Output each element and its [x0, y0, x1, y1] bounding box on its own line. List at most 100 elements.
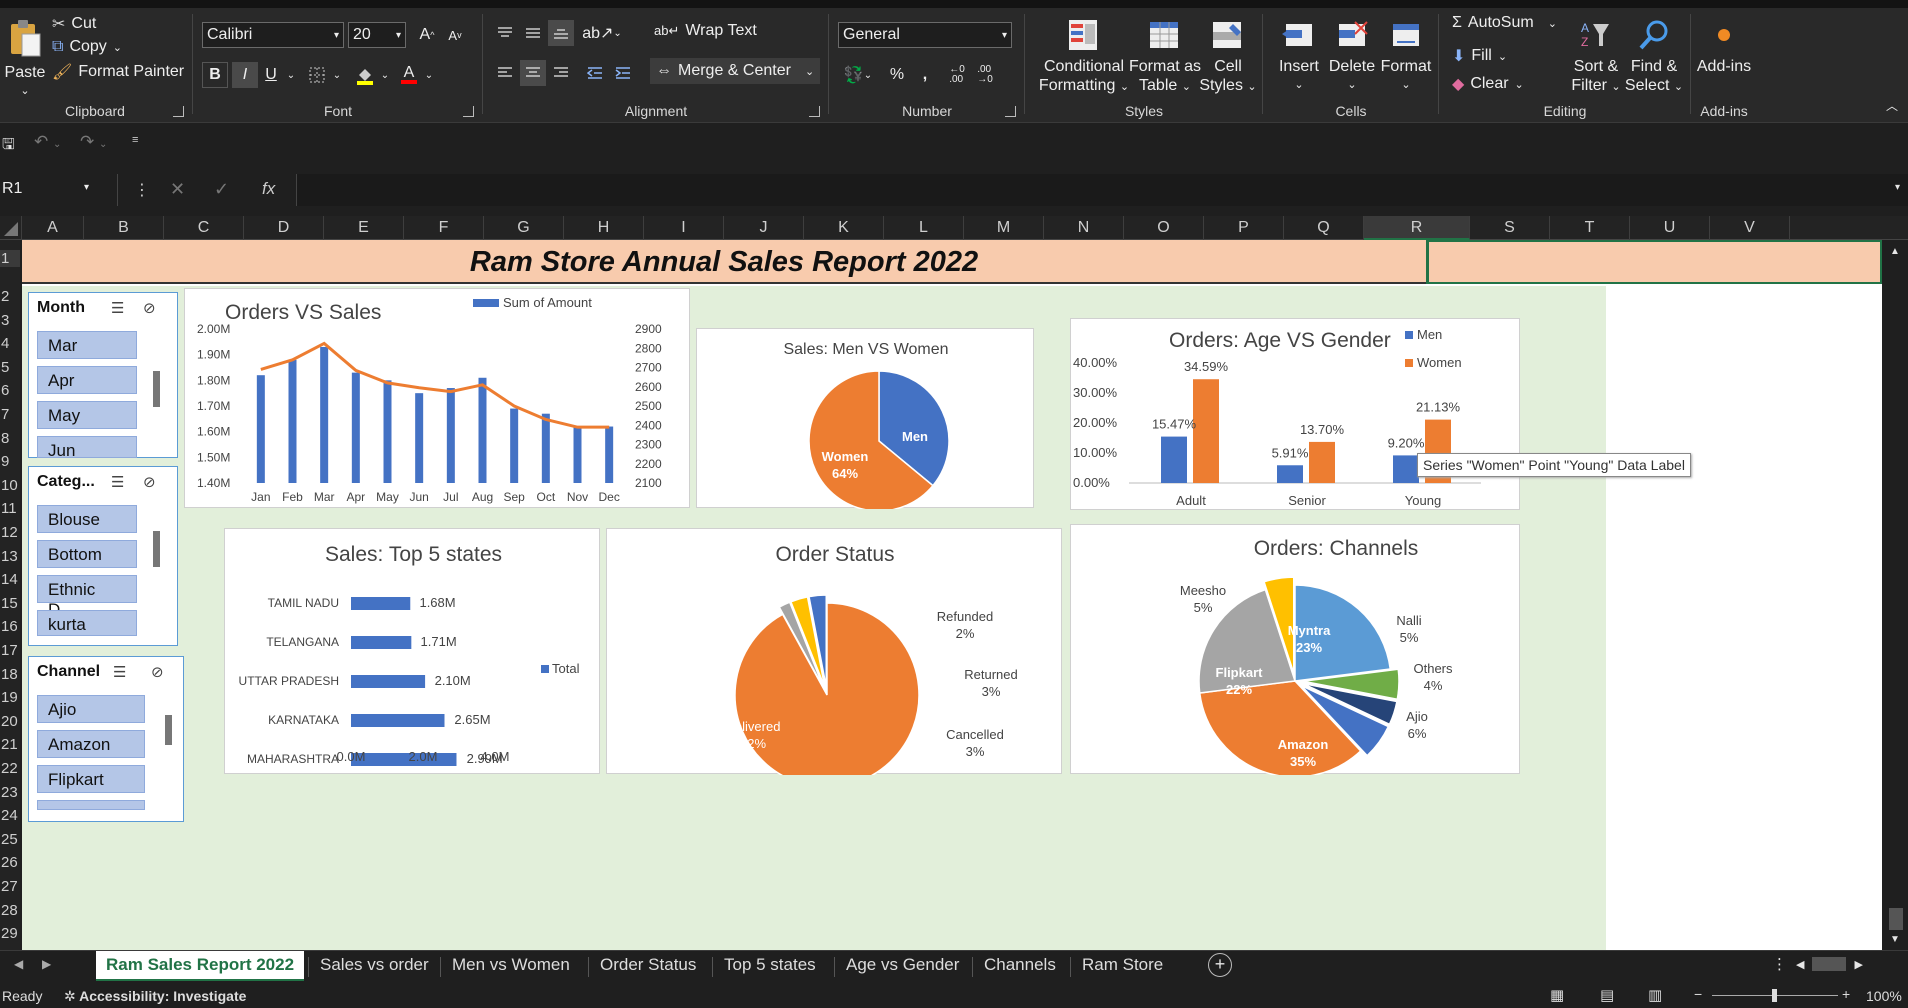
align-right-icon[interactable]: [548, 60, 574, 86]
increase-font-button[interactable]: A ^: [414, 22, 440, 48]
row-header[interactable]: 23: [0, 784, 20, 801]
accounting-icon[interactable]: 💱 ⌄: [840, 62, 876, 88]
decrease-decimal-icon[interactable]: .00 →0: [972, 62, 998, 88]
sheet-tab[interactable]: Sales vs order: [310, 951, 439, 981]
row-header[interactable]: 21: [0, 736, 20, 753]
orders-vs-sales-chart[interactable]: Orders VS Sales Sum of Amount 2.00M 1.90M…: [184, 288, 690, 508]
scroll-down-icon[interactable]: ▼: [1890, 934, 1900, 945]
category-slicer[interactable]: Categ... ☰ ⊘ Blouse Bottom Ethnic D... k…: [28, 466, 178, 646]
align-left-icon[interactable]: [492, 60, 518, 86]
row-header[interactable]: 13: [0, 548, 20, 565]
name-box[interactable]: R1 ▾: [0, 174, 118, 206]
slicer-item[interactable]: Ethnic D...: [37, 575, 137, 619]
column-header[interactable]: C: [164, 216, 244, 240]
column-header[interactable]: B: [84, 216, 164, 240]
insert-function-icon[interactable]: fx: [262, 179, 275, 199]
men-vs-women-chart[interactable]: Sales: Men VS Women Men Women 64%: [696, 328, 1034, 509]
row-header[interactable]: 10: [0, 477, 20, 494]
column-header[interactable]: F: [404, 216, 484, 240]
row-header[interactable]: 22: [0, 760, 20, 777]
row-header[interactable]: 6: [0, 382, 20, 399]
slicer-scrollbar[interactable]: [153, 531, 160, 567]
sheet-tab[interactable]: Top 5 states: [714, 951, 826, 981]
addins-button[interactable]: Add-ins: [1694, 18, 1754, 76]
sheet-tab[interactable]: Men vs Women: [442, 951, 580, 981]
worksheet[interactable]: Ram Store Annual Sales Report 2022 Month…: [22, 240, 1882, 950]
multi-select-icon[interactable]: ☰: [111, 473, 124, 491]
month-slicer[interactable]: Month ☰ ⊘ Mar Apr May Jun: [28, 292, 178, 458]
sheet-tab[interactable]: Channels: [974, 951, 1066, 981]
wrap-text-button[interactable]: ab↵ Wrap Text: [654, 22, 757, 40]
format-button[interactable]: Format ⌄: [1378, 18, 1434, 95]
row-header[interactable]: 8: [0, 430, 20, 447]
delete-button[interactable]: Delete ⌄: [1326, 18, 1378, 95]
row-header[interactable]: 19: [0, 689, 20, 706]
number-format-select[interactable]: General ▾: [838, 22, 1012, 48]
row-header[interactable]: 18: [0, 666, 20, 683]
paste-button[interactable]: Paste ⌄: [4, 18, 46, 101]
zoom-in-icon[interactable]: +: [1842, 986, 1850, 1002]
row-header[interactable]: 28: [0, 902, 20, 919]
row-header[interactable]: 20: [0, 713, 20, 730]
row-header[interactable]: 1: [0, 250, 20, 267]
row-header[interactable]: 4: [0, 335, 20, 352]
slicer-item[interactable]: May: [37, 401, 137, 429]
align-top-icon[interactable]: [492, 20, 518, 46]
row-header[interactable]: 16: [0, 618, 20, 635]
zoom-out-icon[interactable]: −: [1694, 986, 1702, 1002]
normal-view-icon[interactable]: ▦: [1550, 986, 1564, 1004]
underline-chevron-icon[interactable]: ⌄: [278, 62, 304, 88]
row-header[interactable]: 25: [0, 831, 20, 848]
clear-filter-icon[interactable]: ⊘: [143, 299, 156, 317]
row-header[interactable]: 15: [0, 595, 20, 612]
format-painter-button[interactable]: 🖌 Format Painter: [52, 62, 184, 82]
row-header[interactable]: 11: [0, 500, 20, 517]
align-middle-icon[interactable]: [520, 20, 546, 46]
accessibility-button[interactable]: ✲ Accessibility: Investigate: [64, 988, 246, 1005]
cell-styles-button[interactable]: Cell Styles ⌄: [1198, 18, 1258, 97]
column-header[interactable]: L: [884, 216, 964, 240]
add-sheet-icon[interactable]: +: [1208, 953, 1232, 977]
decrease-indent-icon[interactable]: [582, 60, 608, 86]
selected-cell-r1[interactable]: [1426, 240, 1882, 284]
column-header[interactable]: Q: [1284, 216, 1364, 240]
comma-button[interactable]: ,: [912, 62, 938, 88]
row-header[interactable]: 17: [0, 642, 20, 659]
row-header[interactable]: 27: [0, 878, 20, 895]
column-header[interactable]: H: [564, 216, 644, 240]
font-launcher-icon[interactable]: [463, 106, 474, 117]
column-header[interactable]: R: [1364, 216, 1470, 240]
enter-icon[interactable]: ✓: [214, 179, 229, 200]
row-header[interactable]: 9: [0, 453, 20, 470]
bold-button[interactable]: B: [202, 62, 228, 88]
multi-select-icon[interactable]: ☰: [113, 663, 126, 681]
slicer-item[interactable]: Mar: [37, 331, 137, 359]
scroll-up-icon[interactable]: ▲: [1890, 246, 1900, 257]
sheet-tab[interactable]: Ram Sales Report 2022: [96, 951, 305, 981]
page-break-icon[interactable]: ▥: [1648, 986, 1662, 1004]
column-header[interactable]: P: [1204, 216, 1284, 240]
zoom-thumb[interactable]: [1772, 989, 1777, 1002]
slicer-item[interactable]: Blouse: [37, 505, 137, 533]
column-header[interactable]: J: [724, 216, 804, 240]
column-header[interactable]: V: [1710, 216, 1790, 240]
redo-icon[interactable]: ↷ ⌄: [80, 132, 107, 152]
borders-chevron-icon[interactable]: ⌄: [324, 62, 350, 88]
format-as-table-button[interactable]: Format as Table ⌄: [1128, 18, 1202, 97]
sort-filter-button[interactable]: AZ Sort & Filter ⌄: [1566, 18, 1626, 97]
clear-filter-icon[interactable]: ⊘: [151, 663, 164, 681]
increase-indent-icon[interactable]: [610, 60, 636, 86]
increase-decimal-icon[interactable]: ←0.00: [944, 62, 970, 88]
font-color-chevron-icon[interactable]: ⌄: [416, 62, 442, 88]
column-header[interactable]: T: [1550, 216, 1630, 240]
column-header[interactable]: M: [964, 216, 1044, 240]
slicer-item[interactable]: kurta: [37, 610, 137, 636]
page-layout-icon[interactable]: ▤: [1600, 986, 1614, 1004]
row-header[interactable]: 12: [0, 524, 20, 541]
row-header[interactable]: 29: [0, 925, 20, 942]
conditional-formatting-button[interactable]: Conditional Formatting ⌄: [1036, 18, 1132, 97]
column-header[interactable]: U: [1630, 216, 1710, 240]
slicer-item[interactable]: Ajio: [37, 695, 145, 723]
order-status-chart[interactable]: Order Status Delivered 92% Refunded 2% Retur…: [606, 528, 1062, 775]
channel-slicer[interactable]: Channel ☰ ⊘ Ajio Amazon Flipkart: [28, 656, 184, 822]
